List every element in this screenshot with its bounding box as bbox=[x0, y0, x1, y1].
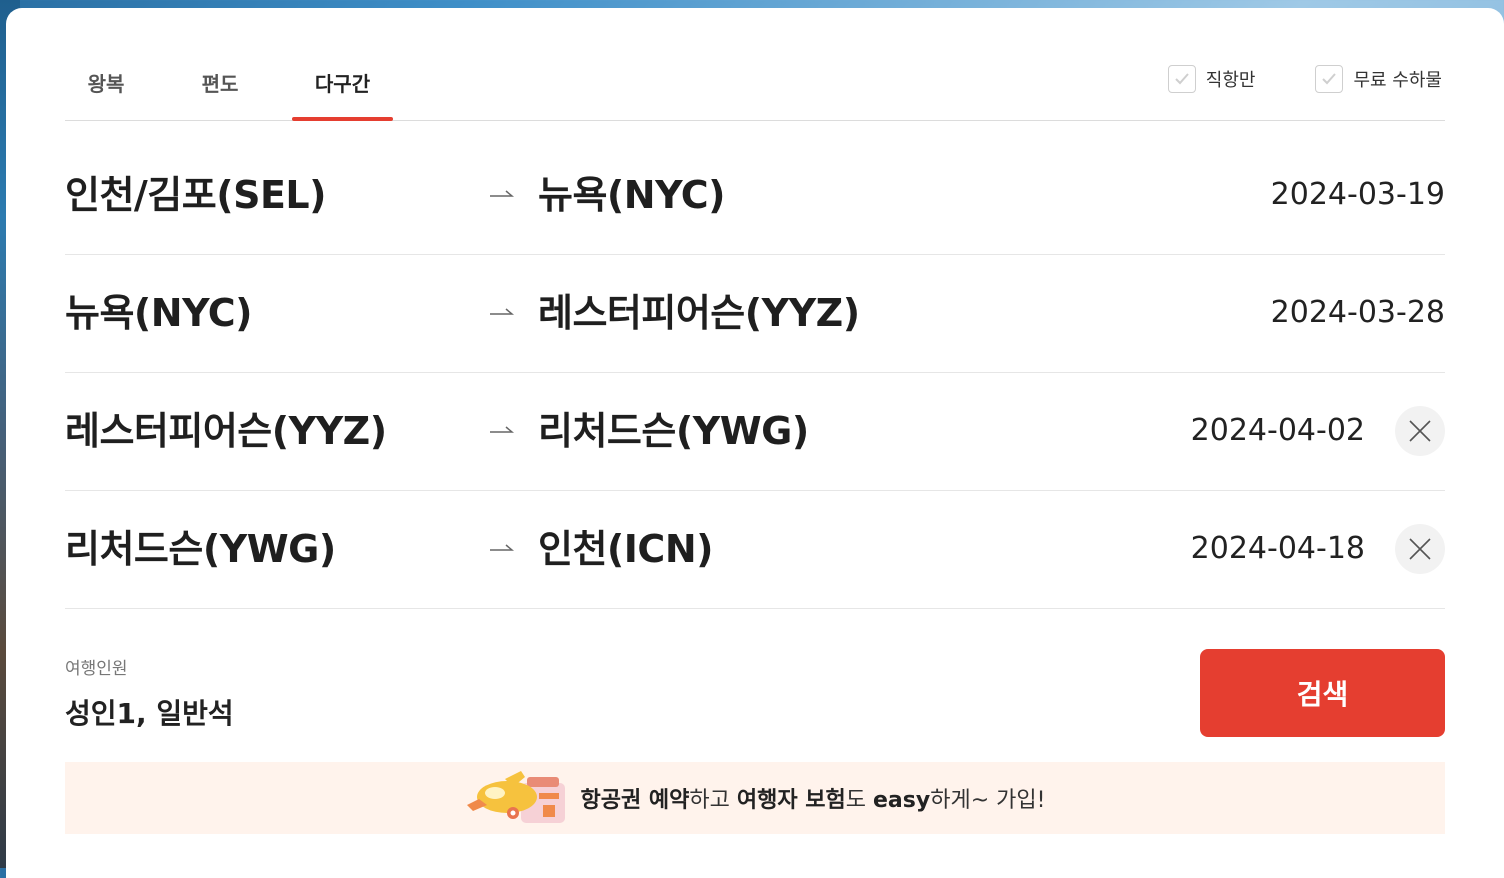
banner-text-insurance: 여행자 보험 bbox=[736, 788, 846, 813]
close-icon bbox=[1409, 420, 1431, 442]
arrival-city[interactable]: 뉴욕(NYC) bbox=[538, 136, 726, 254]
arrival-city[interactable]: 인천(ICN) bbox=[538, 490, 713, 608]
departure-city[interactable]: 인천/김포(SEL) bbox=[65, 136, 327, 254]
banner-text-signup: 하게~ 가입! bbox=[930, 788, 1046, 813]
insurance-banner[interactable]: 항공권 예약하고 여행자 보험도 easy하게~ 가입! bbox=[65, 762, 1445, 834]
tab-round-trip[interactable]: 왕복 bbox=[85, 70, 127, 120]
flight-search-panel: 왕복 편도 다구간 직항만 무료 수하물 인천/김포(SEL) 뉴욕(NYC) … bbox=[6, 8, 1504, 878]
free-baggage-checkbox[interactable]: 무료 수하물 bbox=[1315, 64, 1442, 94]
checkbox-box[interactable] bbox=[1315, 65, 1344, 93]
departure-date[interactable]: 2024-03-28 bbox=[1271, 254, 1445, 372]
check-icon bbox=[1175, 73, 1189, 85]
segment-row-3: 레스터피어슨(YYZ) 리처드슨(YWG) 2024-04-02 bbox=[65, 372, 1445, 491]
remove-segment-button[interactable] bbox=[1395, 406, 1445, 456]
banner-text: 항공권 예약하고 여행자 보험도 easy하게~ 가입! bbox=[581, 782, 1046, 814]
arrow-right-icon bbox=[490, 426, 514, 433]
departure-date[interactable]: 2024-03-19 bbox=[1271, 136, 1445, 254]
remove-segment-button[interactable] bbox=[1395, 524, 1445, 574]
checkbox-box[interactable] bbox=[1167, 65, 1196, 93]
segment-row-1: 인천/김포(SEL) 뉴욕(NYC) 2024-03-19 bbox=[65, 136, 1445, 255]
banner-text-and: 하고 bbox=[689, 788, 737, 813]
departure-city[interactable]: 레스터피어슨(YYZ) bbox=[65, 372, 387, 490]
direct-only-checkbox[interactable]: 직항만 bbox=[1167, 64, 1256, 94]
segment-row-2: 뉴욕(NYC) 레스터피어슨(YYZ) 2024-03-28 bbox=[65, 254, 1445, 373]
check-icon bbox=[1322, 73, 1337, 85]
arrival-city[interactable]: 레스터피어슨(YYZ) bbox=[538, 254, 860, 372]
arrow-right-icon bbox=[490, 308, 514, 315]
search-button[interactable]: 검색 bbox=[1200, 649, 1445, 737]
arrow-right-icon bbox=[490, 190, 514, 197]
departure-city[interactable]: 리처드슨(YWG) bbox=[65, 490, 336, 608]
direct-only-label: 직항만 bbox=[1205, 70, 1256, 91]
airplane-illustration-icon bbox=[466, 771, 565, 823]
tab-one-way[interactable]: 편도 bbox=[199, 70, 241, 120]
departure-date[interactable]: 2024-04-02 bbox=[1191, 372, 1365, 490]
arrow-right-icon bbox=[490, 544, 514, 551]
free-baggage-label: 무료 수하물 bbox=[1353, 70, 1442, 91]
filter-options: 직항만 무료 수하물 bbox=[1167, 64, 1442, 94]
travelers-selector[interactable]: 성인1, 일반석 bbox=[65, 692, 234, 732]
close-icon bbox=[1409, 538, 1431, 560]
arrival-city[interactable]: 리처드슨(YWG) bbox=[538, 372, 809, 490]
banner-text-flight: 항공권 예약 bbox=[580, 788, 690, 813]
tab-multi-city[interactable]: 다구간 bbox=[292, 70, 393, 121]
banner-text-easy: easy bbox=[873, 788, 931, 813]
segment-row-4: 리처드슨(YWG) 인천(ICN) 2024-04-18 bbox=[65, 490, 1445, 609]
departure-date[interactable]: 2024-04-18 bbox=[1191, 490, 1365, 608]
banner-text-also: 도 bbox=[845, 788, 874, 813]
departure-city[interactable]: 뉴욕(NYC) bbox=[65, 254, 253, 372]
travelers-label: 여행인원 bbox=[65, 659, 128, 679]
